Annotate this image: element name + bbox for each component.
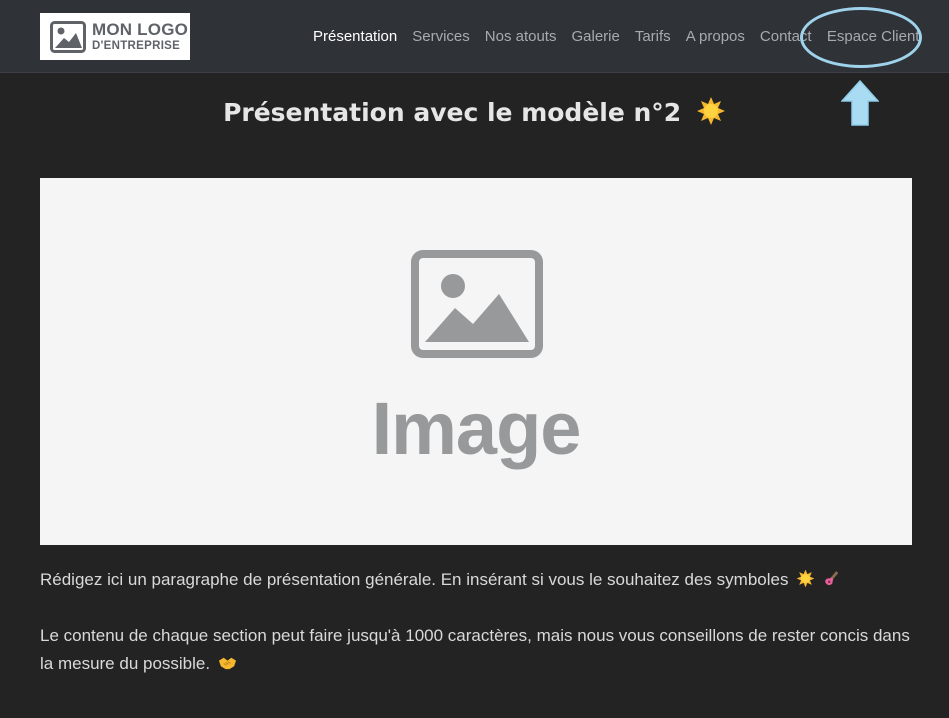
logo-line1: MON LOGO xyxy=(92,19,189,39)
intro-paragraph-text: Rédigez ici un paragraphe de présentatio… xyxy=(40,570,789,589)
nav-item-tarifs[interactable]: Tarifs xyxy=(635,28,671,45)
espace-client-highlight xyxy=(800,7,922,68)
content-limit-paragraph-text: Le contenu de chaque section peut faire … xyxy=(40,626,910,673)
nav-item-presentation[interactable]: Présentation xyxy=(313,28,397,45)
image-logo-icon xyxy=(50,20,86,53)
hero-image-placeholder: Image xyxy=(40,178,912,545)
nav-item-a-propos[interactable]: A propos xyxy=(686,28,745,45)
handshake-emoji-icon xyxy=(218,657,236,670)
content-limit-paragraph: Le contenu de chaque section peut faire … xyxy=(40,622,910,678)
page-title-text: Présentation avec le modèle n°2 xyxy=(223,98,682,127)
sun-emoji-icon xyxy=(696,97,725,125)
company-logo[interactable]: MON LOGO D'ENTREPRISE xyxy=(40,13,190,60)
image-placeholder-label: Image xyxy=(371,387,582,470)
sun-emoji-icon xyxy=(796,569,815,588)
nav-item-galerie[interactable]: Galerie xyxy=(571,28,619,45)
navbar: MON LOGO D'ENTREPRISE Présentation Servi… xyxy=(0,0,949,73)
intro-paragraph: Rédigez ici un paragraphe de présentatio… xyxy=(40,566,910,594)
logo-line2: D'ENTREPRISE xyxy=(92,39,181,52)
nav-item-nos-atouts[interactable]: Nos atouts xyxy=(485,28,557,45)
guitar-emoji-icon xyxy=(825,571,839,586)
page-title: Présentation avec le modèle n°2 xyxy=(0,96,949,127)
logo-text: MON LOGO D'ENTREPRISE xyxy=(92,19,189,52)
image-placeholder-icon xyxy=(411,250,543,358)
nav-item-services[interactable]: Services xyxy=(412,28,470,45)
